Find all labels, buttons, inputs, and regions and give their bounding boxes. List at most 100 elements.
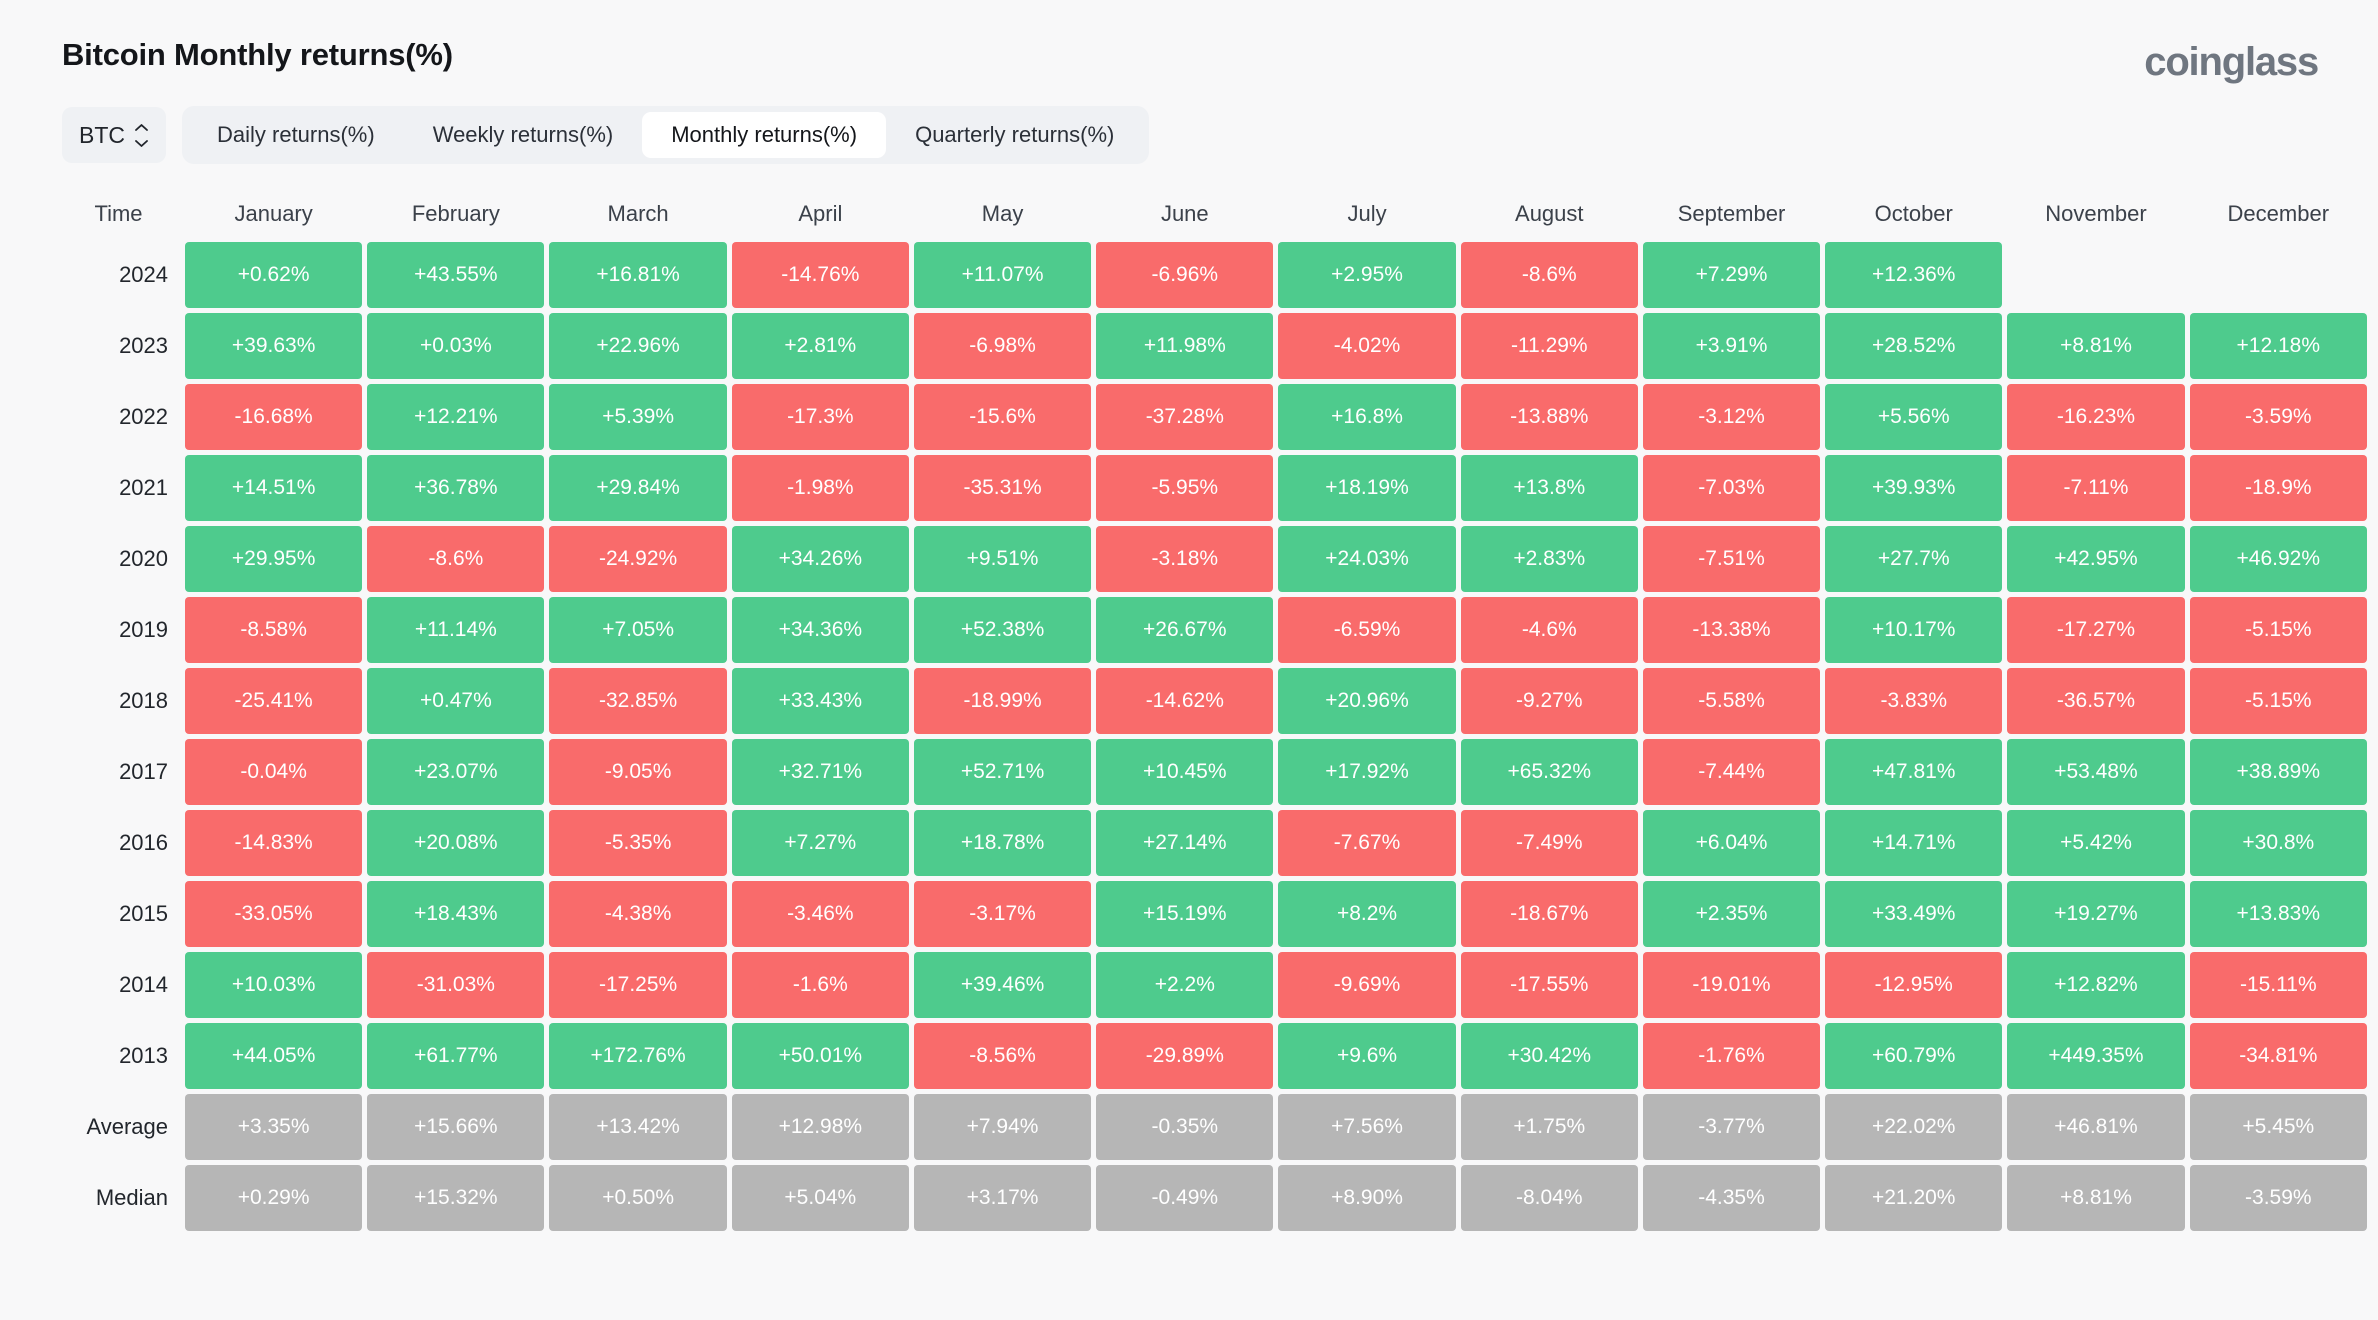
return-cell[interactable]: +7.29% xyxy=(1642,242,1821,308)
return-cell[interactable]: -3.46% xyxy=(731,881,909,947)
return-cell[interactable]: +29.84% xyxy=(549,455,727,521)
return-cell[interactable]: -5.35% xyxy=(549,810,727,876)
return-cell[interactable]: -8.6% xyxy=(367,526,545,592)
return-cell[interactable]: +5.45% xyxy=(2189,1094,2367,1160)
return-cell[interactable]: +10.03% xyxy=(185,952,363,1018)
return-cell[interactable]: +5.42% xyxy=(2007,810,2185,876)
return-cell[interactable]: +2.2% xyxy=(1096,952,1274,1018)
return-cell[interactable]: -1.98% xyxy=(731,455,909,521)
return-cell[interactable]: -18.67% xyxy=(1460,881,1638,947)
return-cell[interactable]: -9.05% xyxy=(549,739,727,805)
return-cell[interactable]: +27.7% xyxy=(1825,526,2003,592)
return-cell[interactable]: -34.81% xyxy=(2189,1023,2367,1089)
return-cell[interactable]: +22.96% xyxy=(549,313,727,379)
tab-monthly-returns[interactable]: Monthly returns(%) xyxy=(642,112,887,158)
return-cell[interactable]: +9.6% xyxy=(1278,1023,1456,1089)
return-cell[interactable]: -1.6% xyxy=(731,952,909,1018)
return-cell[interactable]: +3.35% xyxy=(185,1094,363,1160)
return-cell[interactable]: +8.81% xyxy=(2007,1165,2185,1231)
return-cell[interactable]: -3.59% xyxy=(2189,1165,2367,1231)
return-cell[interactable]: +13.42% xyxy=(549,1094,727,1160)
return-cell[interactable]: +18.78% xyxy=(913,810,1092,876)
return-cell[interactable]: +14.51% xyxy=(185,455,363,521)
tab-weekly-returns[interactable]: Weekly returns(%) xyxy=(404,112,643,158)
return-cell[interactable]: +29.95% xyxy=(185,526,363,592)
return-cell[interactable]: -36.57% xyxy=(2007,668,2185,734)
return-cell[interactable]: -6.98% xyxy=(913,313,1092,379)
return-cell[interactable]: -17.27% xyxy=(2007,597,2185,663)
return-cell[interactable]: -8.58% xyxy=(185,597,363,663)
return-cell[interactable]: -3.83% xyxy=(1825,668,2003,734)
return-cell[interactable]: +34.26% xyxy=(731,526,909,592)
return-cell[interactable]: -3.18% xyxy=(1096,526,1274,592)
return-cell[interactable]: +33.43% xyxy=(731,668,909,734)
return-cell[interactable]: +0.50% xyxy=(549,1165,727,1231)
return-cell[interactable]: -29.89% xyxy=(1096,1023,1274,1089)
return-cell[interactable]: -19.01% xyxy=(1642,952,1821,1018)
tab-quarterly-returns[interactable]: Quarterly returns(%) xyxy=(886,112,1143,158)
symbol-selector[interactable]: BTC xyxy=(62,107,166,163)
return-cell[interactable]: +53.48% xyxy=(2007,739,2185,805)
return-cell[interactable]: +52.38% xyxy=(913,597,1092,663)
return-cell[interactable]: +15.66% xyxy=(367,1094,545,1160)
return-cell[interactable]: -35.31% xyxy=(913,455,1092,521)
return-cell[interactable]: +2.95% xyxy=(1278,242,1456,308)
return-cell[interactable]: -7.03% xyxy=(1642,455,1821,521)
return-cell[interactable]: -4.38% xyxy=(549,881,727,947)
return-cell[interactable]: +52.71% xyxy=(913,739,1092,805)
return-cell[interactable]: +20.96% xyxy=(1278,668,1456,734)
return-cell[interactable]: -17.55% xyxy=(1460,952,1638,1018)
return-cell[interactable]: +12.36% xyxy=(1825,242,2003,308)
return-cell[interactable]: -8.6% xyxy=(1460,242,1638,308)
return-cell[interactable]: +19.27% xyxy=(2007,881,2185,947)
tab-daily-returns[interactable]: Daily returns(%) xyxy=(188,112,404,158)
return-cell[interactable]: -14.62% xyxy=(1096,668,1274,734)
return-cell[interactable]: +42.95% xyxy=(2007,526,2185,592)
return-cell[interactable]: +28.52% xyxy=(1825,313,2003,379)
return-cell[interactable]: -5.15% xyxy=(2189,597,2367,663)
return-cell[interactable]: +12.21% xyxy=(367,384,545,450)
return-cell[interactable]: +46.81% xyxy=(2007,1094,2185,1160)
return-cell[interactable]: -17.25% xyxy=(549,952,727,1018)
return-cell[interactable]: -18.9% xyxy=(2189,455,2367,521)
return-cell[interactable]: +3.91% xyxy=(1642,313,1821,379)
return-cell[interactable]: -0.49% xyxy=(1096,1165,1274,1231)
return-cell[interactable]: -15.6% xyxy=(913,384,1092,450)
return-cell[interactable]: -7.67% xyxy=(1278,810,1456,876)
return-cell[interactable]: +61.77% xyxy=(367,1023,545,1089)
return-cell[interactable]: -4.35% xyxy=(1642,1165,1821,1231)
return-cell[interactable]: +8.2% xyxy=(1278,881,1456,947)
return-cell[interactable]: +449.35% xyxy=(2007,1023,2185,1089)
return-cell[interactable]: -0.04% xyxy=(185,739,363,805)
return-cell[interactable]: -8.04% xyxy=(1460,1165,1638,1231)
return-cell[interactable]: -7.44% xyxy=(1642,739,1821,805)
return-cell[interactable]: -3.12% xyxy=(1642,384,1821,450)
return-cell[interactable]: +14.71% xyxy=(1825,810,2003,876)
return-cell[interactable]: +15.19% xyxy=(1096,881,1274,947)
return-cell[interactable]: +20.08% xyxy=(367,810,545,876)
return-cell[interactable]: -13.38% xyxy=(1642,597,1821,663)
return-cell[interactable]: -4.02% xyxy=(1278,313,1456,379)
return-cell[interactable]: -7.51% xyxy=(1642,526,1821,592)
return-cell[interactable]: +8.90% xyxy=(1278,1165,1456,1231)
return-cell[interactable]: +33.49% xyxy=(1825,881,2003,947)
return-cell[interactable]: -14.83% xyxy=(185,810,363,876)
return-cell[interactable]: -3.59% xyxy=(2189,384,2367,450)
return-cell[interactable]: -13.88% xyxy=(1460,384,1638,450)
return-cell[interactable]: +21.20% xyxy=(1825,1165,2003,1231)
return-cell[interactable]: -4.6% xyxy=(1460,597,1638,663)
return-cell[interactable]: +39.46% xyxy=(913,952,1092,1018)
return-cell[interactable]: +7.56% xyxy=(1278,1094,1456,1160)
return-cell[interactable]: +0.03% xyxy=(367,313,545,379)
return-cell[interactable]: +10.17% xyxy=(1825,597,2003,663)
return-cell[interactable]: -12.95% xyxy=(1825,952,2003,1018)
return-cell[interactable]: -16.23% xyxy=(2007,384,2185,450)
return-cell[interactable]: +39.93% xyxy=(1825,455,2003,521)
return-cell[interactable]: +13.8% xyxy=(1460,455,1638,521)
return-cell[interactable]: +17.92% xyxy=(1278,739,1456,805)
return-cell[interactable]: +2.35% xyxy=(1642,881,1821,947)
return-cell[interactable]: +44.05% xyxy=(185,1023,363,1089)
return-cell[interactable]: +18.43% xyxy=(367,881,545,947)
return-cell[interactable]: -33.05% xyxy=(185,881,363,947)
return-cell[interactable]: -5.58% xyxy=(1642,668,1821,734)
